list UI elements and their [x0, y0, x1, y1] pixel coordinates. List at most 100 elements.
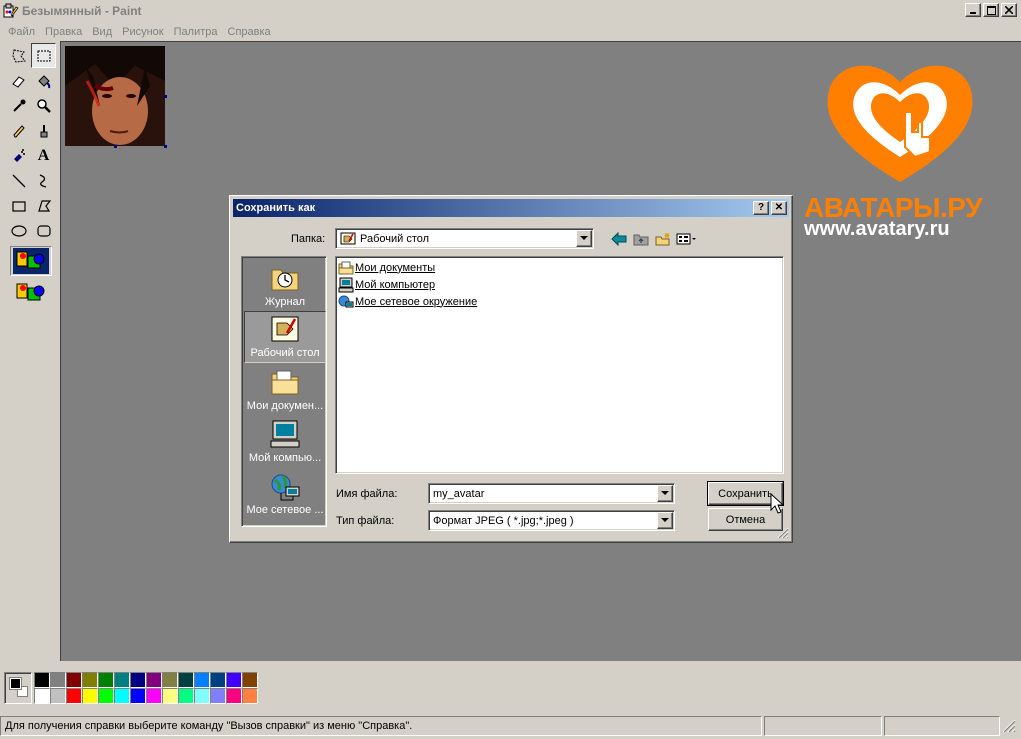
color-swatch[interactable]: [130, 672, 146, 688]
close-button[interactable]: [1001, 3, 1017, 17]
line-tool[interactable]: [6, 168, 31, 193]
color-swatch[interactable]: [178, 672, 194, 688]
color-swatch[interactable]: [50, 688, 66, 704]
help-button[interactable]: ?: [753, 201, 769, 215]
back-button[interactable]: [608, 229, 630, 249]
rectangle-tool[interactable]: [6, 193, 31, 218]
heart-hand-icon: [827, 65, 973, 182]
color-swatch[interactable]: [146, 672, 162, 688]
brush-icon: [40, 124, 47, 137]
text-tool[interactable]: A: [31, 143, 56, 168]
transparent-off-option[interactable]: [10, 246, 52, 276]
file-list[interactable]: Мои документы Мой компьютер Мое сетевое …: [335, 256, 784, 474]
color-swatch[interactable]: [226, 688, 242, 704]
color-swatch[interactable]: [66, 688, 82, 704]
filename-input[interactable]: my_avatar: [428, 483, 675, 504]
menu-view[interactable]: Вид: [87, 26, 117, 38]
color-swatch[interactable]: [194, 688, 210, 704]
lookin-dropdown-button[interactable]: [576, 230, 592, 247]
brush-tool[interactable]: [31, 118, 56, 143]
place-my-computer[interactable]: Мой компью...: [244, 415, 326, 467]
menu-colors[interactable]: Палитра: [169, 26, 223, 38]
resize-handle[interactable]: [114, 145, 117, 148]
color-swatch[interactable]: [210, 688, 226, 704]
menu-file[interactable]: Файл: [3, 26, 40, 38]
curve-icon: [39, 173, 46, 188]
curve-tool[interactable]: [31, 168, 56, 193]
status-text-panel: Для получения справки выберите команду "…: [0, 716, 762, 736]
color-swatch[interactable]: [114, 672, 130, 688]
airbrush-tool[interactable]: [6, 143, 31, 168]
rect-select-tool[interactable]: [31, 43, 56, 68]
color-swatch[interactable]: [98, 672, 114, 688]
up-folder-button[interactable]: [630, 229, 652, 249]
list-item[interactable]: Мои документы: [338, 259, 435, 276]
list-item[interactable]: Мой компьютер: [338, 276, 435, 293]
free-select-tool[interactable]: [6, 43, 31, 68]
current-colors[interactable]: [4, 672, 32, 704]
place-label: Журнал: [264, 296, 306, 308]
color-swatch[interactable]: [66, 672, 82, 688]
magnifier-tool[interactable]: [31, 93, 56, 118]
place-desktop[interactable]: Рабочий стол: [244, 311, 326, 363]
color-swatch[interactable]: [34, 672, 50, 688]
place-history[interactable]: Журнал: [244, 259, 326, 311]
eraser-icon: [11, 75, 25, 88]
status-coords-panel: [764, 716, 882, 736]
minimize-button[interactable]: [965, 3, 981, 17]
fill-tool[interactable]: [31, 68, 56, 93]
network-icon: [271, 474, 300, 501]
color-swatch[interactable]: [162, 688, 178, 704]
resize-handle[interactable]: [164, 95, 167, 98]
color-swatch[interactable]: [178, 688, 194, 704]
transparent-on-option[interactable]: [10, 278, 52, 308]
color-swatch[interactable]: [210, 672, 226, 688]
color-swatch[interactable]: [130, 688, 146, 704]
dialog-close-button[interactable]: ✕: [771, 201, 787, 215]
color-swatch[interactable]: [82, 672, 98, 688]
pencil-tool[interactable]: [6, 118, 31, 143]
file-name: Мой компьютер: [355, 278, 436, 291]
eraser-tool[interactable]: [6, 68, 31, 93]
ellipse-tool[interactable]: [6, 218, 31, 243]
color-swatch[interactable]: [98, 688, 114, 704]
color-picker-tool[interactable]: [6, 93, 31, 118]
new-folder-button[interactable]: [652, 229, 674, 249]
color-swatch[interactable]: [50, 672, 66, 688]
place-my-documents[interactable]: Мои докумен...: [244, 363, 326, 415]
color-swatch[interactable]: [242, 688, 258, 704]
filename-dropdown-button[interactable]: [657, 485, 673, 502]
filename-value: my_avatar: [433, 487, 485, 500]
menu-help[interactable]: Справка: [223, 26, 276, 38]
filetype-dropdown-button[interactable]: [657, 512, 673, 529]
resize-handle[interactable]: [164, 145, 167, 148]
menu-image[interactable]: Рисунок: [117, 26, 169, 38]
menu-edit[interactable]: Правка: [40, 26, 87, 38]
color-swatch[interactable]: [82, 688, 98, 704]
color-swatch[interactable]: [114, 688, 130, 704]
color-swatch[interactable]: [242, 672, 258, 688]
face-illustration: [65, 46, 165, 146]
polygon-tool[interactable]: [31, 193, 56, 218]
resize-grip-icon[interactable]: [1002, 719, 1016, 733]
resize-grip-icon[interactable]: [777, 527, 789, 539]
help-icon: ?: [757, 202, 765, 213]
status-bar: Для получения справки выберите команду "…: [0, 713, 1021, 739]
color-swatch[interactable]: [194, 672, 210, 688]
place-network[interactable]: Мое сетевое ...: [244, 467, 326, 519]
list-item[interactable]: Мое сетевое окружение: [338, 293, 477, 310]
color-swatch[interactable]: [226, 672, 242, 688]
color-swatch[interactable]: [162, 672, 178, 688]
avatar-image[interactable]: [65, 46, 165, 146]
menu-bar: Файл Правка Вид Рисунок Палитра Справка: [0, 22, 1021, 41]
maximize-button[interactable]: [983, 3, 999, 17]
lookin-select[interactable]: Рабочий стол: [335, 228, 594, 249]
color-swatch[interactable]: [146, 688, 162, 704]
place-label: Мое сетевое ...: [246, 504, 324, 516]
color-swatch[interactable]: [34, 688, 50, 704]
lookin-label: Папка:: [291, 233, 326, 245]
rounded-rect-tool[interactable]: [31, 218, 56, 243]
view-menu-button[interactable]: [674, 229, 700, 249]
color-picker-icon: [12, 99, 25, 112]
filetype-select[interactable]: Формат JPEG ( *.jpg;*.jpeg ): [428, 510, 675, 531]
